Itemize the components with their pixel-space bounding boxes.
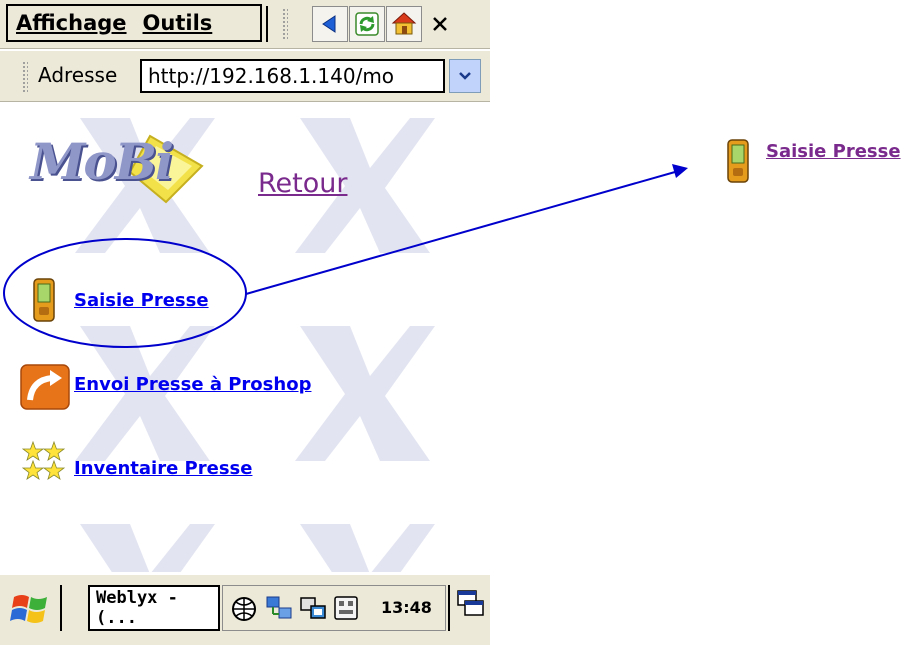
callout-arrow-head [672, 164, 688, 178]
handheld-device-icon [727, 139, 749, 183]
annotation-overlay [3, 164, 688, 348]
callout-arrow-line [245, 171, 676, 295]
zoomed-callout: Saisie Presse [706, 124, 918, 183]
highlight-ellipse [3, 238, 247, 348]
callout-saisie-presse-link[interactable]: Saisie Presse [766, 141, 901, 162]
